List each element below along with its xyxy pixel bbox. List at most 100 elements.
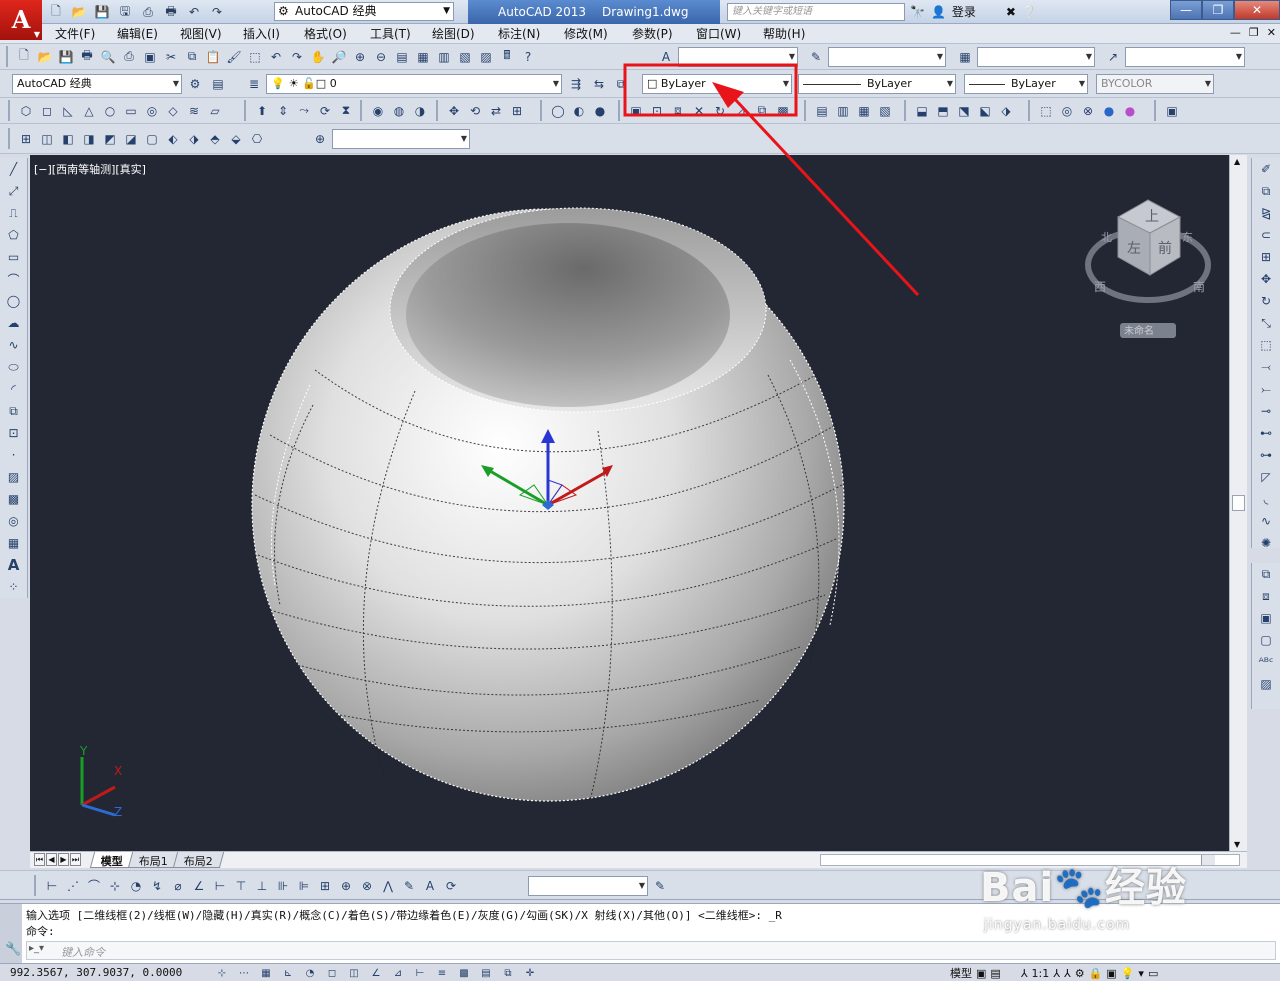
menu-parameter[interactable]: 参数(P) — [632, 26, 673, 42]
center-mark-icon[interactable]: ⊕ — [336, 876, 356, 896]
dynamic-input-icon[interactable]: ⊢ — [410, 965, 430, 981]
design-center-icon[interactable]: ▦ — [413, 47, 433, 67]
helix-icon[interactable]: ≋ — [184, 101, 204, 121]
clean-screen-icon[interactable]: ▭ — [1148, 967, 1158, 980]
baseline-icon[interactable]: ⊤ — [231, 876, 251, 896]
mesh-box-icon[interactable]: ▤ — [812, 101, 832, 121]
mesh-smooth-icon[interactable]: ▥ — [833, 101, 853, 121]
dimstyle-combo[interactable]: ▼ — [528, 876, 648, 896]
quick-properties-icon[interactable]: ▤ — [476, 965, 496, 981]
polyline-icon[interactable]: ⎍ — [4, 203, 24, 223]
point-icon[interactable]: · — [4, 445, 24, 465]
ucs-combo[interactable]: ▼ — [332, 129, 470, 149]
construction-line-icon[interactable]: ⤢ — [4, 181, 24, 201]
scale-icon[interactable]: ⤡ — [1256, 313, 1276, 333]
polysolid-icon[interactable]: ⬡ — [16, 101, 36, 121]
sweep-icon[interactable]: ⤳ — [294, 101, 314, 121]
cylinder-icon[interactable]: ▭ — [121, 101, 141, 121]
new-icon[interactable]: 🗋 — [46, 3, 66, 21]
plot-icon[interactable]: ⎙ — [138, 3, 158, 21]
arc-icon[interactable]: ⌒ — [4, 269, 24, 289]
match-properties-icon[interactable]: 🖌 — [224, 47, 244, 67]
extrude-icon[interactable]: ⬆ — [252, 101, 272, 121]
loft-icon[interactable]: ⧗ — [336, 101, 356, 121]
linear-dim-icon[interactable]: ⊢ — [42, 876, 62, 896]
3d-move-icon[interactable]: ✥ — [444, 101, 464, 121]
wedge-icon[interactable]: ◺ — [58, 101, 78, 121]
3d-array-icon[interactable]: ⊞ — [507, 101, 527, 121]
auto-scale-icon[interactable]: ⅄ — [1064, 967, 1071, 980]
help-icon[interactable]: ? — [518, 47, 538, 67]
layer-properties-icon[interactable]: ≣ — [244, 74, 264, 94]
ellipse-icon[interactable]: ⬭ — [4, 357, 24, 377]
drawing-viewport[interactable]: [−][西南等轴测][真实] 上 左 前 北 西 南 东 未命名 Y X Z — [30, 155, 1229, 851]
zoom-window-icon[interactable]: ⊕ — [350, 47, 370, 67]
lineweight-combo[interactable]: ByLayer ▼ — [964, 74, 1088, 94]
redo-icon[interactable]: ↷ — [287, 47, 307, 67]
dim-space-icon[interactable]: ⊪ — [273, 876, 293, 896]
dim-style-icon[interactable]: ✎ — [806, 47, 826, 67]
erase-icon[interactable]: ✐ — [1256, 159, 1276, 179]
named-views-icon[interactable]: ⊞ — [16, 129, 36, 149]
extend-icon[interactable]: ⤚ — [1256, 379, 1276, 399]
doc-restore-icon[interactable]: ❐ — [1249, 26, 1259, 39]
angular-dim-icon[interactable]: ∠ — [189, 876, 209, 896]
menu-format[interactable]: 格式(O) — [304, 26, 347, 42]
copy-faces-icon[interactable]: ⧉ — [752, 101, 772, 121]
box-icon[interactable]: ◻ — [37, 101, 57, 121]
text-style-icon[interactable]: A — [656, 47, 676, 67]
inspect-icon[interactable]: ⊗ — [357, 876, 377, 896]
ducs-icon[interactable]: ⊿ — [388, 965, 408, 981]
quick-view-layouts-icon[interactable]: ▣ — [976, 967, 986, 980]
interference-icon[interactable]: ⬔ — [954, 101, 974, 121]
line-icon[interactable]: ╱ — [4, 159, 24, 179]
binoculars-icon[interactable]: 🔭 — [910, 5, 925, 19]
move-icon[interactable]: ✥ — [1256, 269, 1276, 289]
selection-cycling-icon[interactable]: ⧉ — [498, 965, 518, 981]
pan-icon[interactable]: ✋ — [308, 47, 328, 67]
delete-faces-icon[interactable]: ✕ — [689, 101, 709, 121]
menu-window[interactable]: 窗口(W) — [696, 26, 741, 42]
top-view-icon[interactable]: ◫ — [37, 129, 57, 149]
annotation-scale-value[interactable]: 1:1 — [1032, 967, 1050, 980]
rectangle-icon[interactable]: ▭ — [4, 247, 24, 267]
break-at-point-icon[interactable]: ⊸ — [1256, 401, 1276, 421]
hardware-accel-icon[interactable]: ▣ — [1106, 967, 1116, 980]
qnew-icon[interactable]: 🗋 — [14, 47, 34, 67]
2d-wireframe-icon[interactable]: ◯ — [548, 101, 568, 121]
subtract-icon[interactable]: ◍ — [389, 101, 409, 121]
restore-button[interactable]: ❐ — [1202, 0, 1234, 20]
status-menu-icon[interactable]: ▾ — [1138, 967, 1144, 980]
make-current-layer-icon[interactable]: ⇶ — [566, 74, 586, 94]
text-style-combo[interactable]: ▼ — [678, 47, 798, 67]
array-icon[interactable]: ⊞ — [1256, 247, 1276, 267]
union-icon[interactable]: ◉ — [368, 101, 388, 121]
dim-update-icon[interactable]: ⟳ — [441, 876, 461, 896]
color-combo[interactable]: □ ByLayer ▼ — [642, 74, 792, 94]
login-link[interactable]: 登录 — [952, 3, 976, 20]
copy-icon[interactable]: ⧉ — [182, 47, 202, 67]
mesh-crease-icon[interactable]: ▧ — [875, 101, 895, 121]
menu-modify[interactable]: 修改(M) — [564, 26, 608, 42]
vertical-scrollbar[interactable]: ▲ ▼ — [1229, 155, 1247, 851]
taper-faces-icon[interactable]: ⊿ — [731, 101, 751, 121]
insert-block-icon[interactable]: ⧉ — [4, 401, 24, 421]
publish-icon[interactable]: ⎙ — [119, 47, 139, 67]
region-icon[interactable]: ◎ — [4, 511, 24, 531]
make-block-icon[interactable]: ⊡ — [4, 423, 24, 443]
offset-icon[interactable]: ⊂ — [1256, 225, 1276, 245]
tab-layout2[interactable]: 布局2 — [172, 852, 225, 868]
save-as-icon[interactable]: 🖫 — [115, 3, 135, 21]
ne-iso-icon[interactable]: ⬘ — [205, 129, 225, 149]
blend-icon[interactable]: ∿ — [1256, 511, 1276, 531]
menu-view[interactable]: 视图(V) — [180, 26, 222, 42]
dimstyle-icon[interactable]: ✎ — [650, 876, 670, 896]
3d-align-icon[interactable]: ⇄ — [486, 101, 506, 121]
otrack-icon[interactable]: ∠ — [366, 965, 386, 981]
properties-icon[interactable]: ▤ — [392, 47, 412, 67]
realistic-icon[interactable]: ● — [590, 101, 610, 121]
left-view-icon[interactable]: ◨ — [79, 129, 99, 149]
render-icon[interactable]: ● — [1120, 101, 1140, 121]
copy-object-icon[interactable]: ⧉ — [1256, 181, 1276, 201]
redo-icon[interactable]: ↷ — [207, 3, 227, 21]
